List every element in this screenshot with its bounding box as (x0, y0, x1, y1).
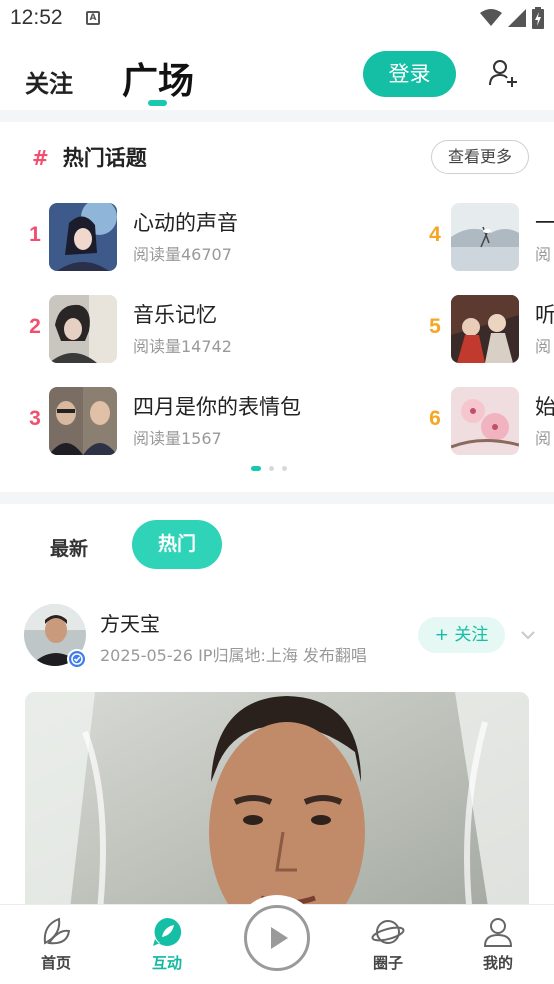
feed-section: 最新 热门 方天宝 2025-05-26 IP归属地:上海 发布翻唱 + 关注 (0, 504, 554, 904)
topic-item[interactable]: 4 一 阅 (425, 203, 554, 271)
topic-read-count: 阅读量14742 (133, 337, 232, 356)
tab-indicator (148, 100, 167, 106)
post-image[interactable] (25, 692, 529, 904)
nav-label: 互动 (151, 954, 182, 972)
topic-rank: 4 (429, 223, 441, 246)
sim-notification-icon: A (86, 11, 100, 25)
feed-tab-hot[interactable]: 热门 (132, 520, 222, 569)
play-button[interactable] (244, 905, 310, 971)
user-icon (483, 918, 513, 947)
nav-item-circle[interactable]: 圈子 (348, 913, 428, 977)
topic-item[interactable]: 5 听 阅 (425, 295, 554, 363)
topic-rank: 3 (29, 407, 41, 430)
topic-title: 音乐记忆 (133, 303, 217, 327)
battery-charging-icon (532, 7, 544, 29)
topic-read-count: 阅读量46707 (133, 245, 232, 264)
play-icon (271, 927, 288, 949)
tab-square[interactable]: 广场 (122, 52, 194, 104)
top-header: 关注 广场 登录 (0, 40, 554, 110)
post-meta: 2025-05-26 IP归属地:上海 发布翻唱 (100, 646, 367, 665)
nav-item-home[interactable]: 首页 (16, 913, 96, 977)
page-dot (282, 466, 287, 471)
nav-label: 圈子 (372, 954, 403, 972)
nav-item-mine[interactable]: 我的 (458, 913, 538, 977)
topic-title: 心动的声音 (133, 211, 238, 235)
topic-thumbnail (49, 295, 117, 363)
nav-label: 首页 (40, 954, 71, 972)
hot-topics-header: # 热门话题 (32, 142, 147, 172)
topic-thumbnail (451, 203, 519, 271)
status-bar: 12:52 A (0, 0, 554, 38)
leaf-icon (43, 917, 71, 945)
view-more-button[interactable]: 查看更多 (431, 140, 529, 174)
section-divider (0, 110, 554, 122)
topic-title: 听 (535, 303, 554, 327)
chevron-down-icon[interactable] (520, 629, 536, 641)
hot-topics-section: # 热门话题 查看更多 1 心动的声音 阅读量46707 2 音乐记忆 阅读量14… (0, 122, 554, 492)
topic-item[interactable]: 1 心动的声音 阅读量46707 (25, 203, 405, 271)
topic-rank: 1 (29, 223, 41, 246)
topic-title: 始 (535, 395, 554, 419)
topic-rank: 2 (29, 315, 41, 338)
topic-read-count: 阅 (535, 337, 552, 356)
topic-thumbnail (49, 387, 117, 455)
topic-read-count: 阅读量1567 (133, 429, 222, 448)
topic-item[interactable]: 2 音乐记忆 阅读量14742 (25, 295, 405, 363)
wifi-icon (480, 9, 502, 26)
topic-item[interactable]: 6 始 阅 (425, 387, 554, 455)
topic-thumbnail (49, 203, 117, 271)
chat-leaf-icon (153, 917, 182, 946)
carousel-page-indicator (251, 466, 287, 471)
topic-item[interactable]: 3 四月是你的表情包 阅读量1567 (25, 387, 405, 455)
planet-icon (371, 920, 405, 944)
add-user-icon[interactable] (488, 58, 518, 88)
tab-follow[interactable]: 关注 (25, 64, 73, 99)
hot-topics-title: 热门话题 (62, 146, 147, 170)
post-username[interactable]: 方天宝 (100, 608, 160, 637)
bottom-navigation: 首页 互动 圈子 我的 (0, 895, 554, 984)
topic-thumbnail (451, 387, 519, 455)
topic-read-count: 阅 (535, 245, 552, 264)
login-button[interactable]: 登录 (363, 51, 456, 97)
nav-item-interact[interactable]: 互动 (127, 913, 207, 977)
page-dot (269, 466, 274, 471)
status-icons (480, 7, 544, 29)
section-divider (0, 492, 554, 504)
verified-badge-icon (67, 649, 87, 669)
status-time: 12:52 (10, 6, 63, 29)
hash-icon: # (32, 146, 49, 170)
signal-icon (508, 9, 526, 27)
nav-label: 我的 (482, 954, 513, 972)
topic-thumbnail (451, 295, 519, 363)
feed-tab-latest[interactable]: 最新 (50, 534, 88, 561)
follow-button[interactable]: + 关注 (418, 617, 505, 653)
page-dot-active (251, 466, 261, 471)
topic-read-count: 阅 (535, 429, 552, 448)
topic-title: 一 (535, 211, 554, 235)
topic-rank: 5 (429, 315, 441, 338)
topic-title: 四月是你的表情包 (133, 395, 301, 419)
topic-rank: 6 (429, 407, 441, 430)
